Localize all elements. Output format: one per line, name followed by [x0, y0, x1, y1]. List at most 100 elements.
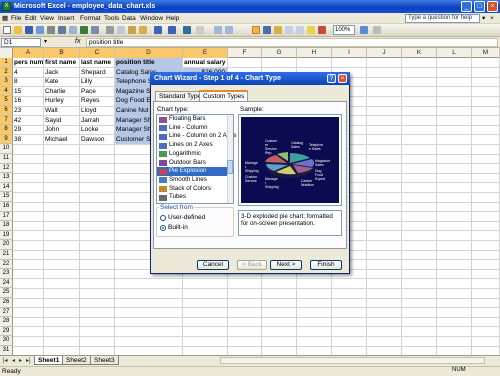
last-sheet-icon[interactable]: ▸| [26, 357, 31, 364]
name-box-dropdown-icon[interactable]: ▾ [44, 38, 47, 45]
drawing-icon[interactable] [263, 26, 271, 34]
column-header[interactable]: D [115, 48, 183, 58]
chart-type-item[interactable]: Line - Column [157, 124, 227, 133]
chart-type-item[interactable]: Smooth Lines [157, 176, 227, 185]
chart-wizard-icon[interactable] [252, 26, 260, 34]
radio-built-in[interactable] [160, 225, 166, 231]
undo-icon[interactable] [154, 26, 162, 34]
table-cell[interactable]: Michael [44, 135, 79, 145]
chart-type-scrollbar[interactable] [227, 115, 233, 203]
print-icon[interactable] [58, 26, 66, 34]
autosum-icon[interactable] [196, 26, 204, 34]
align-icon[interactable] [285, 26, 293, 34]
table-cell[interactable]: 16 [13, 96, 43, 106]
table-cell[interactable]: Jack [44, 68, 79, 78]
radio-built-in-label[interactable]: Built-in [168, 224, 188, 231]
table-cell[interactable]: Sayid [44, 116, 79, 126]
back-button[interactable]: < Back [237, 260, 267, 270]
name-box[interactable]: D1 [1, 38, 41, 47]
permission-icon[interactable] [36, 26, 44, 34]
table-cell[interactable]: Hurley [44, 96, 79, 106]
table-cell[interactable]: Kate [44, 77, 79, 87]
close-workbook-icon[interactable]: × [490, 14, 494, 23]
sheet-tab-1[interactable]: Sheet1 [34, 356, 64, 365]
paste-icon[interactable] [128, 26, 136, 34]
table-cell[interactable]: 4 [13, 68, 43, 78]
minimize-icon[interactable]: _ [461, 1, 472, 12]
menu-window[interactable]: Window [140, 14, 163, 23]
border-icon[interactable] [296, 26, 304, 34]
row-header[interactable]: 1 [0, 58, 13, 68]
font-color-icon[interactable] [318, 26, 326, 34]
table-cell[interactable]: Locke [80, 125, 114, 135]
print-preview-icon[interactable] [69, 26, 77, 34]
column-header[interactable]: C [80, 48, 115, 58]
menu-edit[interactable]: Edit [25, 14, 36, 23]
row-header[interactable]: 17 [0, 211, 13, 222]
chart-type-item[interactable]: Outdoor Bars [157, 159, 227, 168]
row-header[interactable]: 2 [0, 67, 13, 78]
dialog-help-icon[interactable]: ? [327, 74, 336, 83]
prev-sheet-icon[interactable]: ◂ [12, 357, 15, 364]
row-header[interactable]: 28 [0, 317, 13, 327]
header-cell[interactable]: annual salary [183, 58, 227, 68]
maximize-icon[interactable]: □ [474, 1, 485, 12]
column-header[interactable]: A [13, 48, 44, 58]
redo-icon[interactable] [168, 26, 176, 34]
email-icon[interactable] [47, 26, 55, 34]
dialog-close-icon[interactable]: × [338, 74, 347, 83]
table-cell[interactable]: 23 [13, 106, 43, 116]
row-header[interactable]: 3 [0, 77, 13, 87]
row-header[interactable]: 8 [0, 125, 13, 135]
chart-type-item[interactable]: Lines on 2 Axes [157, 141, 227, 150]
row-header[interactable]: 18 [0, 221, 13, 231]
row-header[interactable]: 5 [0, 96, 13, 106]
table-cell[interactable]: Charlie [44, 87, 79, 97]
row-header[interactable]: 24 [0, 278, 13, 289]
chevron-down-icon[interactable]: ▾ [482, 14, 485, 23]
dialog-title-bar[interactable]: Chart Wizard - Step 1 of 4 - Chart Type [150, 72, 350, 85]
row-header[interactable]: 9 [0, 134, 13, 145]
table-cell[interactable]: 29 [13, 125, 43, 135]
column-header[interactable]: K [402, 48, 437, 58]
column-header[interactable]: E [183, 48, 228, 58]
row-header[interactable]: 7 [0, 115, 13, 126]
table-cell[interactable]: Walt [44, 106, 79, 116]
next-button[interactable]: Next > [270, 260, 302, 270]
header-cell[interactable]: position title [115, 58, 182, 68]
help-search-input[interactable]: Type a question for help [405, 14, 480, 23]
sort-descending-icon[interactable] [225, 26, 233, 34]
fill-color-icon[interactable] [307, 26, 315, 34]
first-sheet-icon[interactable]: |◂ [3, 357, 8, 364]
column-header[interactable]: H [297, 48, 332, 58]
row-header[interactable]: 29 [0, 326, 13, 337]
scrollbar-thumb[interactable] [227, 160, 233, 174]
formula-input[interactable]: position title [86, 38, 498, 47]
menu-help[interactable]: Help [166, 14, 179, 23]
radio-user-defined-label[interactable]: User-defined [168, 214, 205, 221]
row-header[interactable]: 21 [0, 250, 13, 260]
row-header[interactable]: 6 [0, 106, 13, 116]
menu-file[interactable]: File [11, 14, 21, 23]
table-cell[interactable]: Jarrah [80, 116, 114, 126]
table-cell[interactable]: John [44, 125, 79, 135]
row-header[interactable]: 14 [0, 182, 13, 193]
table-cell[interactable]: Lloyd [80, 106, 114, 116]
table-cell[interactable]: 15 [13, 87, 43, 97]
hyperlink-icon[interactable] [183, 26, 191, 34]
table-cell[interactable]: 38 [13, 135, 43, 145]
table-cell[interactable]: Shepard [80, 68, 114, 78]
merge-icon[interactable] [274, 26, 282, 34]
save-icon[interactable] [25, 26, 33, 34]
sheet-tab-3[interactable]: Sheet3 [90, 356, 119, 365]
row-header[interactable]: 4 [0, 86, 13, 97]
row-header[interactable]: 20 [0, 240, 13, 250]
zoom-select[interactable]: 100% [333, 25, 355, 35]
table-cell[interactable]: Dawson [80, 135, 114, 145]
table-cell[interactable]: 8 [13, 77, 43, 87]
toolbar-options-icon[interactable] [373, 26, 381, 34]
chart-type-item[interactable]: Line - Column on 2 Axes [157, 132, 236, 141]
header-cell[interactable]: last name [80, 58, 114, 68]
row-header[interactable]: 12 [0, 163, 13, 174]
row-header[interactable]: 22 [0, 259, 13, 270]
